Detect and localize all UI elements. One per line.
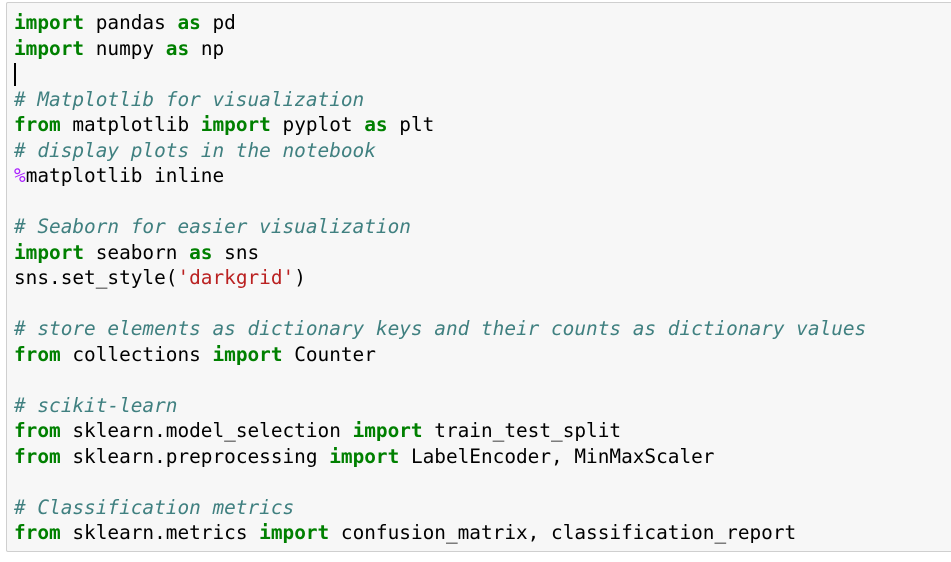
code-line: # store elements as dictionary keys and … [14,316,866,342]
code-line: import numpy as np [14,36,866,62]
code-line: # display plots in the notebook [14,138,866,164]
keyword-token: import [212,342,283,366]
text-cursor [14,63,16,86]
comment-token: # Matplotlib for visualization [14,87,365,111]
keyword-token: from [14,419,61,442]
code-line: import pandas as pd [14,10,866,36]
keyword-token: import [14,36,85,60]
code-cell[interactable]: import pandas as pd import numpy as np # M… [6,2,951,552]
comment-token: # scikit-learn [14,393,178,417]
code-text: pandas [84,11,178,34]
keyword-token: as [177,11,201,34]
keyword-token: as [165,36,190,60]
code-line: %matplotlib inline [14,163,866,189]
code-line: import seaborn as sns [14,240,866,266]
code-text: ) [294,266,306,289]
keyword-token: from [14,444,61,468]
comment-token: # display plots in the notebook [14,138,376,162]
code-line [14,61,866,87]
code-text: numpy [84,36,166,60]
code-text: sklearn.model_selection [60,419,353,442]
code-text: collections [60,342,213,366]
code-line: from sklearn.metrics import confusion_ma… [14,520,866,546]
code-text: Counter [282,342,376,366]
magic-token: % [14,164,26,187]
code-text: seaborn [84,240,190,264]
code-text: pd [200,11,236,34]
comment-token: # Classification metrics [14,495,295,519]
keyword-token: from [14,342,61,366]
code-line: from collections import Counter [14,342,866,368]
code-text: matplotlib inline [25,164,225,187]
code-text: train_test_split [422,419,622,442]
code-text: np [189,36,225,60]
code-line: from matplotlib import pyplot as plt [14,112,866,138]
code-line: sns.set_style('darkgrid') [14,265,866,291]
code-line: from sklearn.preprocessing import LabelE… [14,444,866,470]
keyword-token: import [14,240,85,264]
code-text: matplotlib [60,113,201,136]
keyword-token: import [14,11,85,34]
code-text: LabelEncoder, MinMaxScaler [399,444,715,468]
code-text: plt [387,113,435,136]
keyword-token: import [200,113,271,136]
code-line: # Classification metrics [14,495,866,521]
code-text: sklearn.preprocessing [60,444,330,468]
code-line: from sklearn.model_selection import trai… [14,418,866,444]
keyword-token: from [14,113,61,136]
code-text: sns.set_style( [14,266,178,289]
keyword-token: import [352,419,423,442]
keyword-token: as [364,113,388,136]
keyword-token: import [329,444,400,468]
comment-token: # store elements as dictionary keys and … [14,317,867,340]
code-line: # Matplotlib for visualization [14,87,866,113]
code-editor[interactable]: import pandas as pd import numpy as np # M… [14,10,866,546]
keyword-token: import [259,521,330,544]
code-text: sklearn.metrics [60,521,260,544]
code-text: confusion_matrix, classification_report [329,521,797,544]
comment-token: # Seaborn for easier visualization [14,215,411,238]
code-line: # Seaborn for easier visualization [14,214,866,240]
string-token: 'darkgrid' [177,266,295,289]
code-line: # scikit-learn [14,393,866,419]
keyword-token: from [14,521,61,544]
keyword-token: as [189,240,213,264]
code-text: pyplot [270,113,365,136]
code-text: sns [212,240,260,264]
